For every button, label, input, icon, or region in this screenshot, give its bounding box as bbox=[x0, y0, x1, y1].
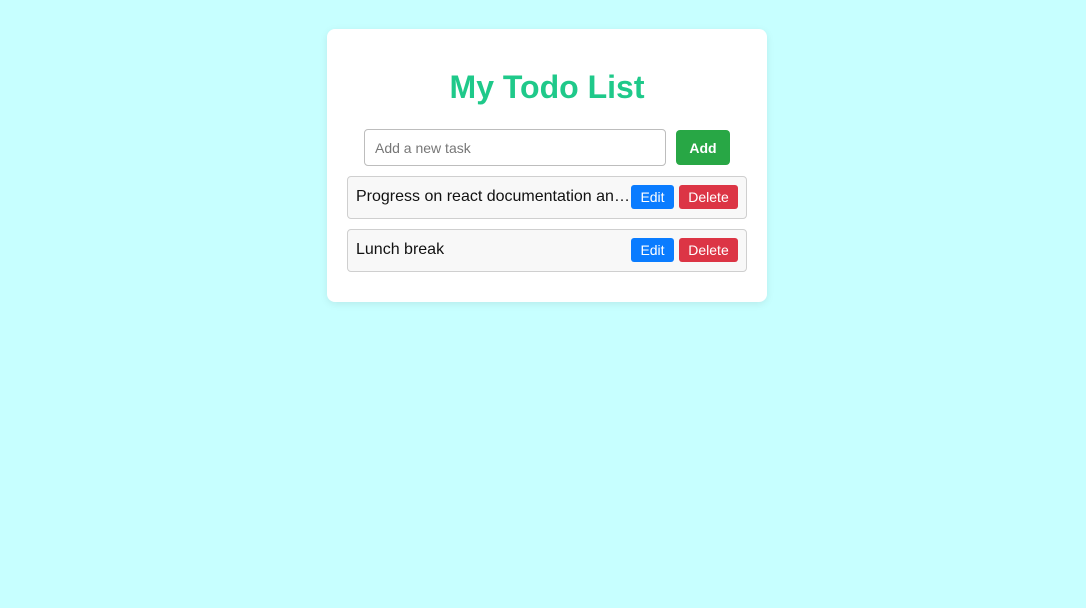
todo-item: Progress on react documentation and tuto… bbox=[347, 176, 747, 219]
new-task-input[interactable] bbox=[364, 129, 666, 166]
todo-text: Progress on react documentation and tuto… bbox=[356, 188, 630, 205]
todo-text: Lunch break bbox=[356, 241, 445, 258]
edit-button[interactable]: Edit bbox=[631, 185, 674, 209]
edit-button[interactable]: Edit bbox=[631, 238, 674, 262]
todo-card: My Todo List Add Progress on react docum… bbox=[327, 29, 767, 302]
todo-item: Lunch break Edit Delete bbox=[347, 229, 747, 272]
delete-button[interactable]: Delete bbox=[679, 185, 738, 209]
add-task-button[interactable]: Add bbox=[676, 130, 730, 165]
delete-button[interactable]: Delete bbox=[679, 238, 738, 262]
page-title: My Todo List bbox=[449, 69, 645, 105]
